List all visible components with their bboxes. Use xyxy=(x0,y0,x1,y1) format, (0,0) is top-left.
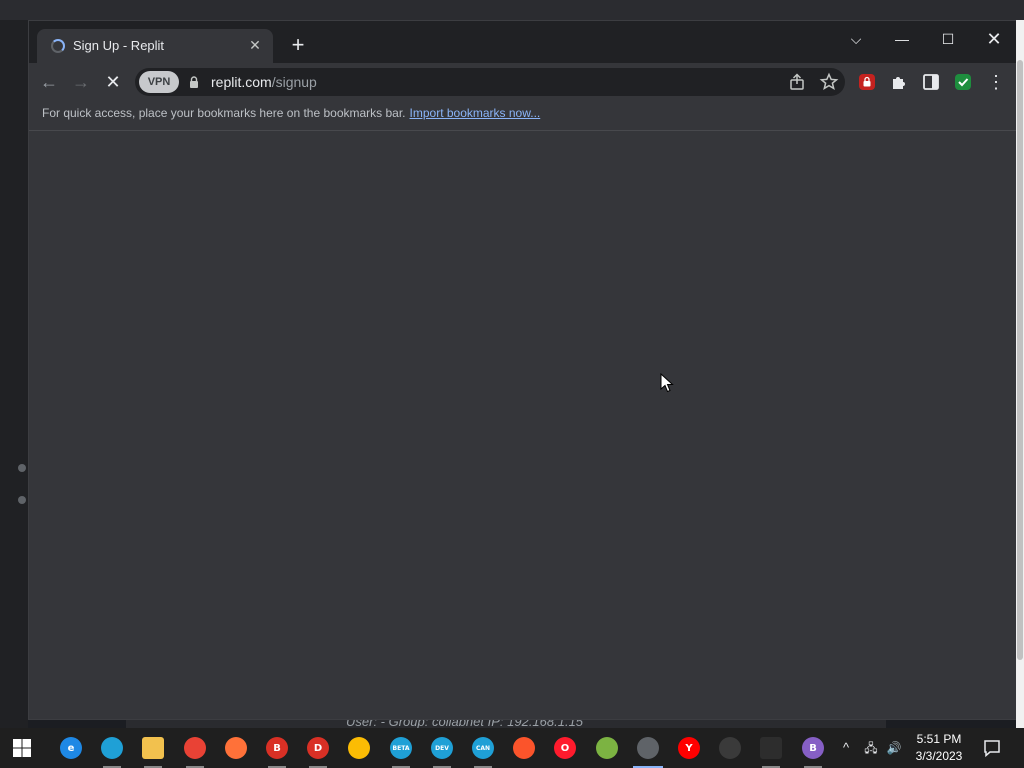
taskbar-app-edge-canary[interactable]: CAN xyxy=(468,734,498,768)
loading-spinner-icon xyxy=(51,39,65,53)
clock-date: 3/3/2023 xyxy=(915,749,963,763)
chrome-beta-icon: B xyxy=(266,737,288,759)
maximize-button[interactable]: ☐ xyxy=(933,27,963,51)
taskbar-app-yandex[interactable]: Y xyxy=(674,734,704,762)
side-panel-icon[interactable] xyxy=(921,72,941,92)
bookmark-star-icon[interactable] xyxy=(819,72,839,92)
taskbar-app-edge[interactable] xyxy=(97,734,127,768)
network-icon[interactable]: 🖧 xyxy=(860,738,882,758)
taskbar-app-chrome-canary[interactable] xyxy=(344,734,374,762)
taskbar-app-opera[interactable]: O xyxy=(550,734,580,762)
lock-icon[interactable] xyxy=(189,76,199,88)
tab-search-button[interactable]: ⌵ xyxy=(841,27,871,51)
obs-icon xyxy=(719,737,741,759)
browser-menu-icon[interactable]: ⋮ xyxy=(987,72,1005,92)
taskbar-app-chrome[interactable] xyxy=(180,734,210,768)
background-scrollbar[interactable] xyxy=(1016,20,1024,728)
windows-start-icon[interactable] xyxy=(12,738,32,758)
taskbar-app-firefox[interactable] xyxy=(221,734,251,762)
scrollbar-thumb[interactable] xyxy=(1017,60,1023,660)
taskbar-app-obs[interactable] xyxy=(715,734,745,762)
chrome-dev-icon: D xyxy=(307,737,329,759)
minimize-button[interactable]: — xyxy=(887,27,917,51)
back-button[interactable]: ← xyxy=(37,70,61,94)
taskbar-app-terminal[interactable] xyxy=(756,734,786,768)
shield-check-extension-icon[interactable] xyxy=(953,72,973,92)
taskbar-app-app-green[interactable] xyxy=(592,734,622,762)
share-icon[interactable] xyxy=(787,72,807,92)
taskbar-app-brave[interactable] xyxy=(509,734,539,762)
extensions-puzzle-icon[interactable] xyxy=(889,72,909,92)
edge-canary-icon: CAN xyxy=(472,737,494,759)
taskbar-app-edge-dev[interactable]: DEV xyxy=(427,734,457,768)
background-window xyxy=(0,20,28,728)
new-tab-button[interactable]: + xyxy=(287,34,309,57)
firefox-icon xyxy=(225,737,247,759)
bookmarks-bar-message: For quick access, place your bookmarks h… xyxy=(42,106,406,120)
vpn-badge[interactable]: VPN xyxy=(139,71,179,93)
taskbar-app-file-explorer[interactable] xyxy=(138,734,168,768)
file-explorer-icon xyxy=(142,737,164,759)
visual-studio-icon: B xyxy=(802,737,824,759)
internet-explorer-icon: e xyxy=(60,737,82,759)
url-path: /signup xyxy=(271,74,317,90)
tab-sign-up-replit[interactable]: Sign Up - Replit ✕ xyxy=(37,29,273,63)
clock-time: 5:51 PM xyxy=(916,732,962,746)
page-content-area[interactable] xyxy=(29,131,1017,719)
terminal-icon xyxy=(760,737,782,759)
chrome-icon xyxy=(184,737,206,759)
brave-icon xyxy=(513,737,535,759)
url-text[interactable]: replit.com/signup xyxy=(211,74,317,90)
yandex-icon: Y xyxy=(678,737,700,759)
tray-overflow-chevron-icon[interactable]: ^ xyxy=(838,738,854,758)
address-bar[interactable]: VPN replit.com/signup xyxy=(135,68,845,96)
close-window-button[interactable]: ✕ xyxy=(979,27,1009,51)
background-dot xyxy=(18,496,26,504)
chrome-canary-icon xyxy=(348,737,370,759)
edge-icon xyxy=(101,737,123,759)
tab-title: Sign Up - Replit xyxy=(73,38,165,53)
stop-loading-button[interactable]: ✕ xyxy=(101,70,125,94)
taskbar-app-edge-beta[interactable]: BETA xyxy=(386,734,416,768)
tab-close-icon[interactable]: ✕ xyxy=(247,37,263,53)
background-window-titlebar xyxy=(0,0,1024,20)
opera-icon: O xyxy=(554,737,576,759)
edge-dev-icon: DEV xyxy=(431,737,453,759)
title-bar: Sign Up - Replit ✕ + ⌵ — ☐ ✕ xyxy=(29,21,1017,63)
windows-taskbar: e B D BETA DEV CAN O Y B ^ 🖧 🔊 5:51 PM 3/3/2023 xyxy=(0,728,1024,768)
app-green-icon xyxy=(596,737,618,759)
chromium-secure-icon xyxy=(637,737,659,759)
forward-button[interactable]: → xyxy=(69,70,93,94)
url-host: replit.com xyxy=(211,74,272,90)
background-dot xyxy=(18,464,26,472)
taskbar-app-chromium-secure[interactable] xyxy=(633,734,663,768)
mouse-cursor-icon xyxy=(660,373,674,393)
taskbar-app-chrome-dev[interactable]: D xyxy=(303,734,333,768)
taskbar-clock[interactable]: 5:51 PM 3/3/2023 xyxy=(904,731,974,765)
browser-window: Sign Up - Replit ✕ + ⌵ — ☐ ✕ ← → ✕ VPN r… xyxy=(28,20,1017,720)
import-bookmarks-link[interactable]: Import bookmarks now... xyxy=(410,106,541,120)
browser-toolbar: ← → ✕ VPN replit.com/signup ⋮ xyxy=(29,63,1017,101)
red-extension-icon[interactable] xyxy=(857,72,877,92)
taskbar-app-visual-studio[interactable]: B xyxy=(798,734,828,768)
notification-center-icon[interactable] xyxy=(982,738,1002,758)
volume-icon[interactable]: 🔊 xyxy=(884,738,904,758)
bookmarks-bar: For quick access, place your bookmarks h… xyxy=(29,101,1017,131)
taskbar-app-internet-explorer[interactable]: e xyxy=(56,734,86,762)
taskbar-app-chrome-beta[interactable]: B xyxy=(262,734,292,768)
edge-beta-icon: BETA xyxy=(390,737,412,759)
